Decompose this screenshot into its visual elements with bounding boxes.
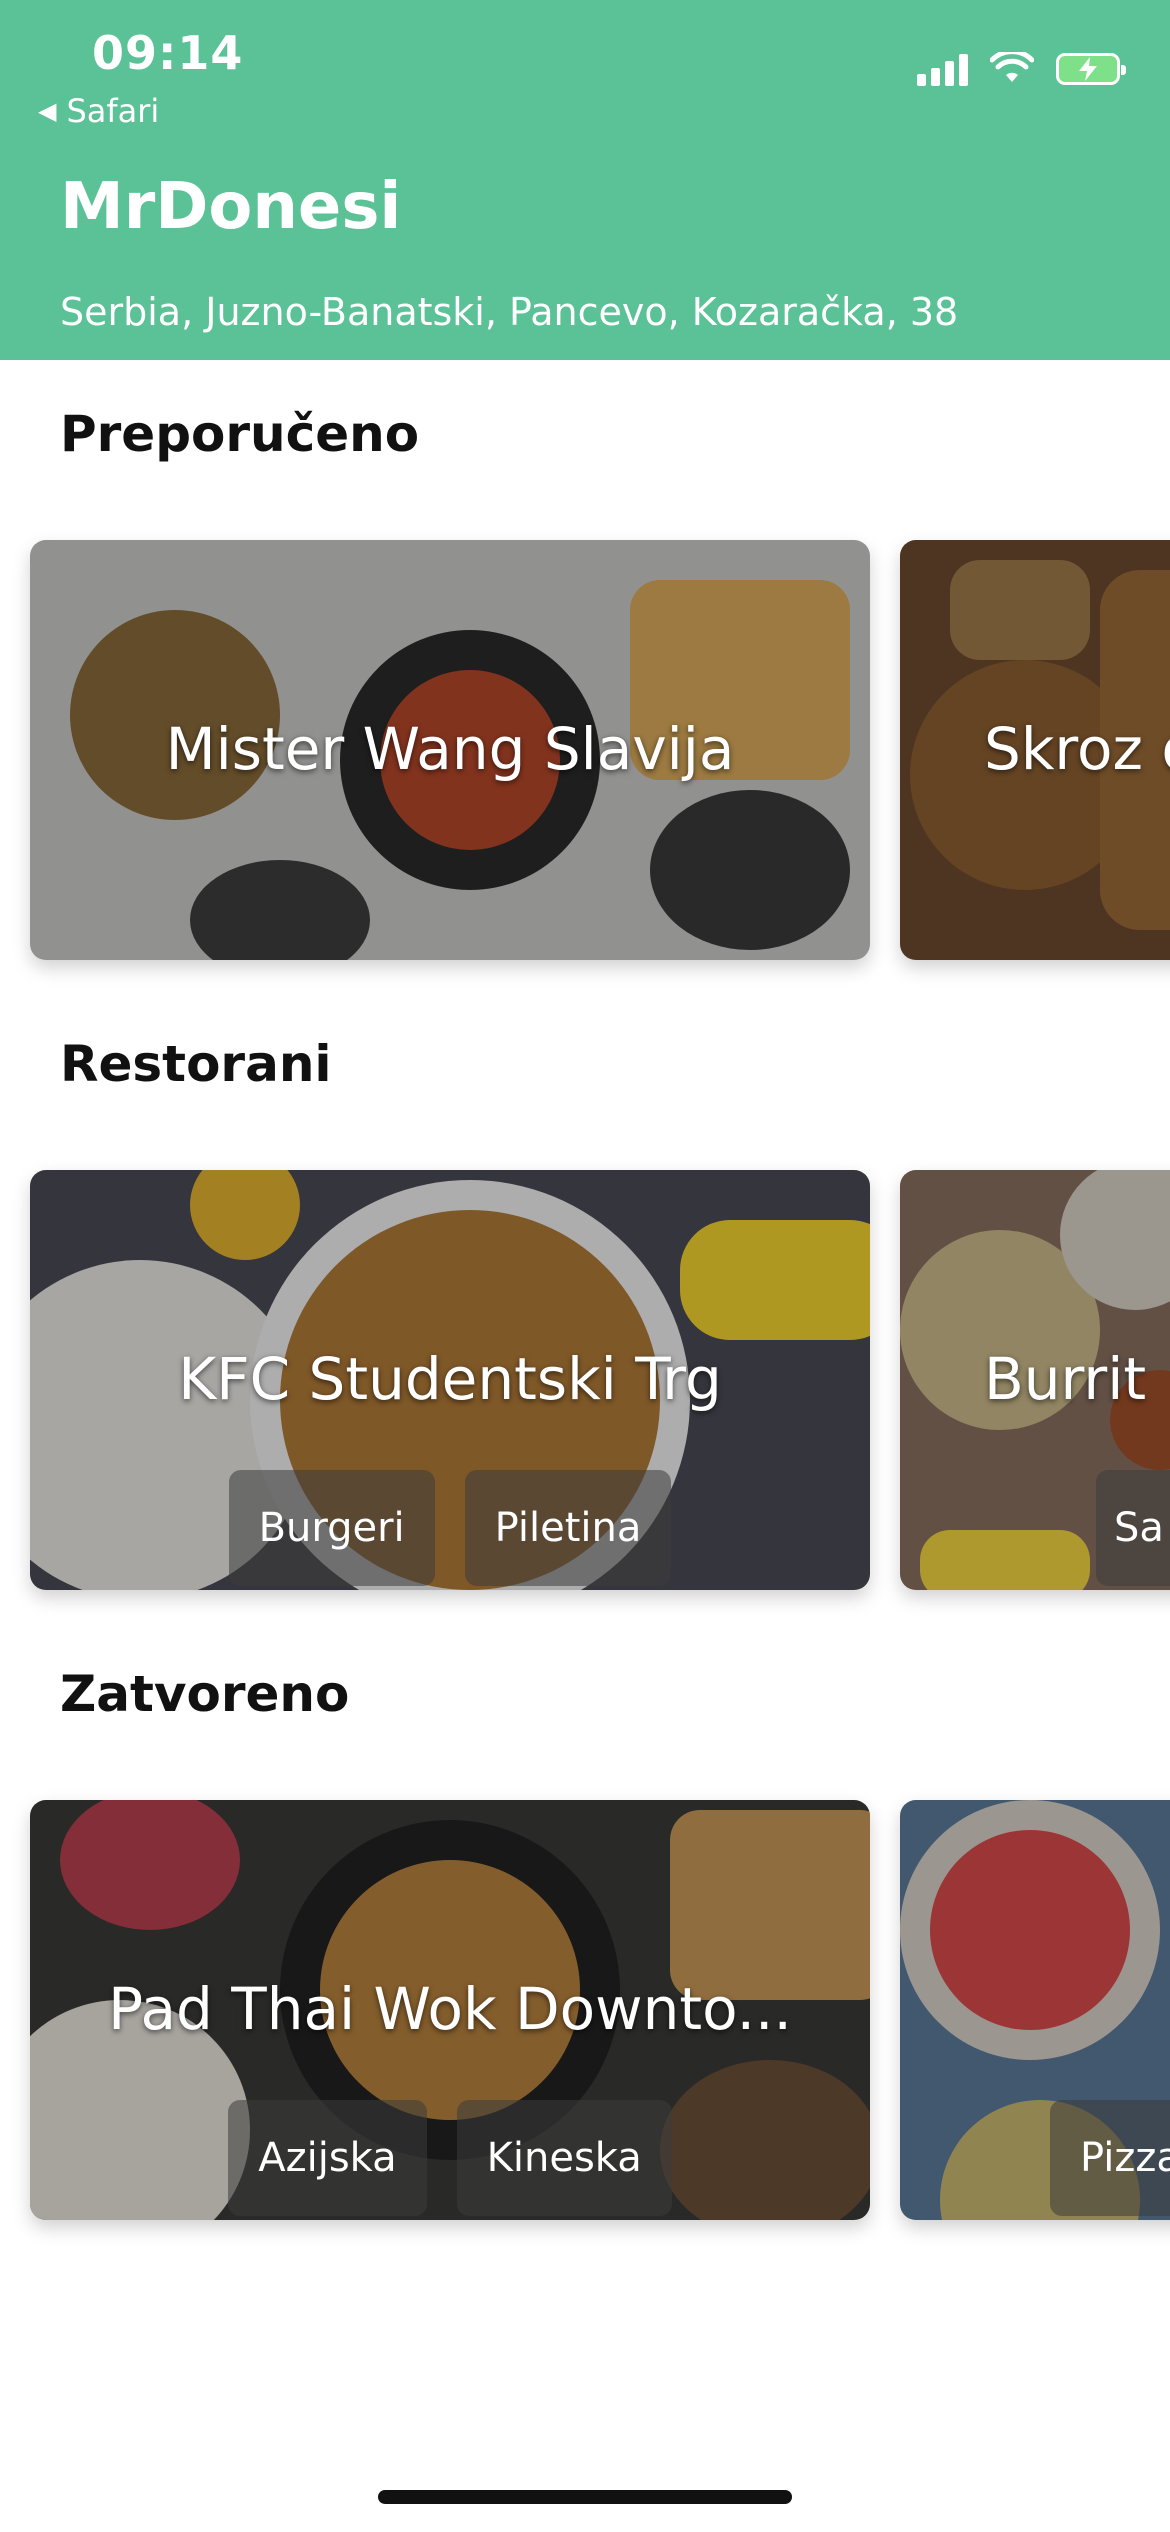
home-indicator[interactable] [378, 2490, 792, 2504]
category-tag: Sa [1096, 1470, 1170, 1586]
app-title: MrDonesi [60, 170, 402, 244]
restaurant-card[interactable]: Mister Wang Slavija [30, 540, 870, 960]
cellular-signal-icon [917, 52, 968, 86]
restaurant-name: Skroz d [984, 715, 1170, 783]
battery-charging-icon [1056, 53, 1126, 85]
restaurant-card[interactable]: Skroz d [900, 540, 1170, 960]
restaurant-name: KFC Studentski Trg [178, 1345, 722, 1413]
recommended-carousel[interactable]: Mister Wang Slavija Skroz d [0, 540, 1170, 970]
delivery-address[interactable]: Serbia, Juzno-Banatski, Pancevo, Kozarač… [60, 290, 958, 334]
category-tag: Azijska [228, 2100, 427, 2216]
restaurant-card[interactable]: Pad Thai Wok Downto... Azijska Kineska [30, 1800, 870, 2220]
back-label: Safari [66, 92, 160, 130]
status-time: 09:14 [92, 26, 244, 80]
restaurant-card[interactable]: KFC Studentski Trg Burgeri Piletina [30, 1170, 870, 1590]
tag-list: Azijska Kineska [30, 2100, 870, 2216]
restaurant-card[interactable]: Burrit Sa [900, 1170, 1170, 1590]
category-tag: Kineska [456, 2100, 672, 2216]
back-to-safari-button[interactable]: ◀ Safari [38, 92, 159, 130]
restaurant-name: Burrit [984, 1345, 1147, 1413]
back-arrow-icon: ◀ [38, 97, 57, 125]
section-title-recommended: Preporučeno [60, 405, 420, 463]
category-tag: Burgeri [228, 1470, 435, 1586]
status-icons [917, 52, 1126, 86]
category-tag: Piletina [464, 1470, 672, 1586]
wifi-icon [990, 52, 1034, 82]
section-title-restaurants: Restorani [60, 1035, 332, 1093]
restaurant-card[interactable]: Pizza [900, 1800, 1170, 2220]
closed-carousel[interactable]: Pad Thai Wok Downto... Azijska Kineska P… [0, 1800, 1170, 2230]
tag-list: Burgeri Piletina [30, 1470, 870, 1586]
restaurants-carousel[interactable]: KFC Studentski Trg Burgeri Piletina Burr… [0, 1170, 1170, 1600]
app-header: 09:14 ◀ Safari MrDonesi Serbia, Juzno-Ba… [0, 0, 1170, 360]
section-title-closed: Zatvoreno [60, 1665, 350, 1723]
restaurant-name: Pad Thai Wok Downto... [108, 1975, 792, 2043]
category-tag: Pizza [1050, 2100, 1170, 2216]
restaurant-name: Mister Wang Slavija [165, 715, 735, 783]
